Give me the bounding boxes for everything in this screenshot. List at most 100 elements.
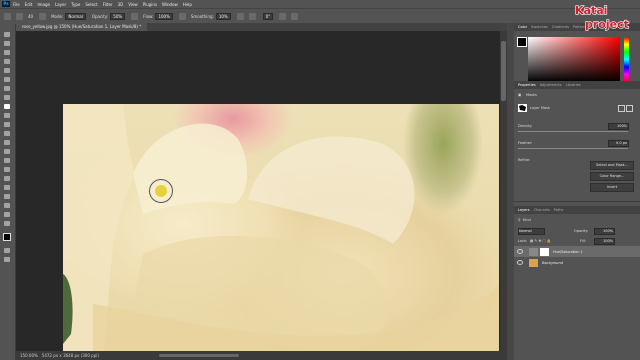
marquee-tool-icon[interactable] bbox=[4, 41, 10, 46]
select-and-mask-button[interactable]: Select and Mask... bbox=[590, 161, 634, 170]
menu-3d[interactable]: 3D bbox=[118, 2, 124, 7]
layer-row-background[interactable]: Background bbox=[514, 257, 640, 268]
layer-name[interactable]: Background bbox=[542, 261, 563, 265]
eraser-tool-icon[interactable] bbox=[4, 131, 10, 136]
airbrush-icon[interactable] bbox=[178, 13, 186, 20]
zoom-tool-icon[interactable] bbox=[4, 212, 10, 217]
smoothing-value[interactable]: 10% bbox=[215, 13, 231, 20]
menu-window[interactable]: Window bbox=[162, 2, 178, 7]
tab-libraries[interactable]: Libraries bbox=[566, 83, 581, 87]
density-slider[interactable] bbox=[518, 131, 628, 132]
brush-settings-icon[interactable] bbox=[39, 13, 47, 20]
brush-preset-icon[interactable] bbox=[16, 13, 23, 20]
menu-file[interactable]: File bbox=[13, 2, 20, 7]
vector-mask-icon[interactable] bbox=[626, 105, 633, 112]
more-tools-icon[interactable] bbox=[4, 221, 10, 226]
blend-mode-select[interactable]: Normal bbox=[518, 228, 545, 235]
adjustment-thumbnail bbox=[529, 247, 538, 256]
flow-control[interactable]: Flow: 100% bbox=[143, 13, 173, 20]
menu-layer[interactable]: Layer bbox=[55, 2, 66, 7]
zoom-level[interactable]: 150.00% bbox=[20, 353, 38, 358]
screen-mode-icon[interactable] bbox=[4, 257, 10, 262]
history-brush-tool-icon[interactable] bbox=[4, 122, 10, 127]
path-select-tool-icon[interactable] bbox=[4, 185, 10, 190]
feather-slider[interactable] bbox=[518, 148, 628, 149]
menu-filter[interactable]: Filter bbox=[103, 2, 113, 7]
canvas-area[interactable] bbox=[16, 31, 499, 351]
color-picker-field[interactable] bbox=[528, 37, 620, 82]
gear-icon[interactable] bbox=[236, 13, 244, 20]
invert-button[interactable]: Invert bbox=[590, 183, 634, 192]
menu-view[interactable]: View bbox=[128, 2, 138, 7]
density-value[interactable]: 100% bbox=[608, 123, 629, 130]
visibility-eye-icon[interactable] bbox=[517, 260, 523, 265]
feather-label: Feather: bbox=[518, 141, 533, 145]
menu-edit[interactable]: Edit bbox=[25, 2, 33, 7]
menu-plugins[interactable]: Plugins bbox=[143, 2, 157, 7]
tab-paths[interactable]: Paths bbox=[554, 208, 564, 212]
smoothing-control[interactable]: Smoothing: 10% bbox=[191, 13, 231, 20]
healing-tool-icon[interactable] bbox=[4, 95, 10, 100]
fill-value[interactable]: 100% bbox=[594, 238, 615, 245]
tab-gradients[interactable]: Gradients bbox=[552, 25, 569, 29]
lasso-tool-icon[interactable] bbox=[4, 50, 10, 55]
layer-mask-label: Layer Mask bbox=[530, 106, 550, 110]
mode-select[interactable]: Mode: Normal bbox=[51, 13, 86, 20]
rose-image[interactable] bbox=[63, 104, 499, 351]
horizontal-scroll-thumb[interactable] bbox=[158, 354, 239, 357]
menu-type[interactable]: Type bbox=[71, 2, 80, 7]
shape-tool-icon[interactable] bbox=[4, 194, 10, 199]
pixel-mask-icon[interactable] bbox=[618, 105, 625, 112]
color-range-button[interactable]: Color Range... bbox=[590, 172, 634, 181]
quick-select-tool-icon[interactable] bbox=[4, 59, 10, 64]
opacity-value[interactable]: 50% bbox=[110, 13, 126, 20]
clone-stamp-tool-icon[interactable] bbox=[4, 113, 10, 118]
tab-properties[interactable]: Properties bbox=[518, 83, 536, 87]
brush-tool-icon[interactable] bbox=[4, 104, 10, 109]
menu-select[interactable]: Select bbox=[85, 2, 97, 7]
document-tab[interactable]: rose_yellow.jpg @ 150% (Hue/Saturation 1… bbox=[16, 23, 148, 31]
angle-value[interactable]: 0° bbox=[262, 13, 274, 20]
quick-mask-icon[interactable] bbox=[4, 248, 10, 253]
foreground-color-swatch[interactable] bbox=[3, 233, 11, 241]
tab-color[interactable]: Color bbox=[518, 25, 527, 29]
hue-slider[interactable] bbox=[624, 37, 629, 82]
gradient-tool-icon[interactable] bbox=[4, 140, 10, 145]
right-panels: Color Swatches Gradients Patterns Proper… bbox=[514, 23, 640, 360]
hand-tool-icon[interactable] bbox=[4, 203, 10, 208]
menu-help[interactable]: Help bbox=[183, 2, 192, 7]
dodge-tool-icon[interactable] bbox=[4, 158, 10, 163]
blur-tool-icon[interactable] bbox=[4, 149, 10, 154]
layer-name[interactable]: Hue/Saturation 1 bbox=[553, 250, 583, 254]
pen-tool-icon[interactable] bbox=[4, 167, 10, 172]
tab-layers[interactable]: Layers bbox=[518, 208, 530, 212]
type-tool-icon[interactable] bbox=[4, 176, 10, 181]
pressure-size-icon[interactable] bbox=[279, 13, 287, 20]
feather-value[interactable]: 0.0 px bbox=[608, 140, 629, 147]
move-tool-icon[interactable] bbox=[4, 32, 10, 37]
menu-image[interactable]: Image bbox=[37, 2, 50, 7]
flow-value[interactable]: 100% bbox=[155, 13, 173, 20]
layer-row-hue-saturation[interactable]: Hue/Saturation 1 bbox=[514, 246, 640, 257]
visibility-eye-icon[interactable] bbox=[517, 249, 523, 254]
brush-size[interactable]: 40 bbox=[28, 14, 33, 19]
frame-tool-icon[interactable] bbox=[4, 77, 10, 82]
crop-tool-icon[interactable] bbox=[4, 68, 10, 73]
home-icon[interactable] bbox=[4, 13, 11, 20]
mask-thumbnail[interactable] bbox=[540, 247, 549, 256]
angle-control[interactable]: 0° bbox=[261, 13, 274, 20]
tab-swatches[interactable]: Swatches bbox=[531, 25, 548, 29]
layer-opacity-value[interactable]: 100% bbox=[594, 228, 615, 235]
vertical-scrollbar[interactable] bbox=[500, 31, 507, 351]
symmetry-icon[interactable] bbox=[291, 13, 299, 20]
scroll-thumb[interactable] bbox=[501, 41, 506, 101]
pressure-opacity-icon[interactable] bbox=[131, 13, 139, 20]
opacity-control[interactable]: Opacity: 50% bbox=[92, 13, 126, 20]
lock-icons[interactable]: ▦ ✎ ✥ ⬚ 🔒 bbox=[530, 239, 551, 243]
mode-value[interactable]: Normal bbox=[65, 13, 86, 20]
eyedropper-tool-icon[interactable] bbox=[4, 86, 10, 91]
kind-filter[interactable]: Kind bbox=[523, 218, 531, 222]
current-color-swatch[interactable] bbox=[517, 37, 527, 47]
tab-adjustments[interactable]: Adjustments bbox=[540, 83, 562, 87]
tab-channels[interactable]: Channels bbox=[534, 208, 550, 212]
